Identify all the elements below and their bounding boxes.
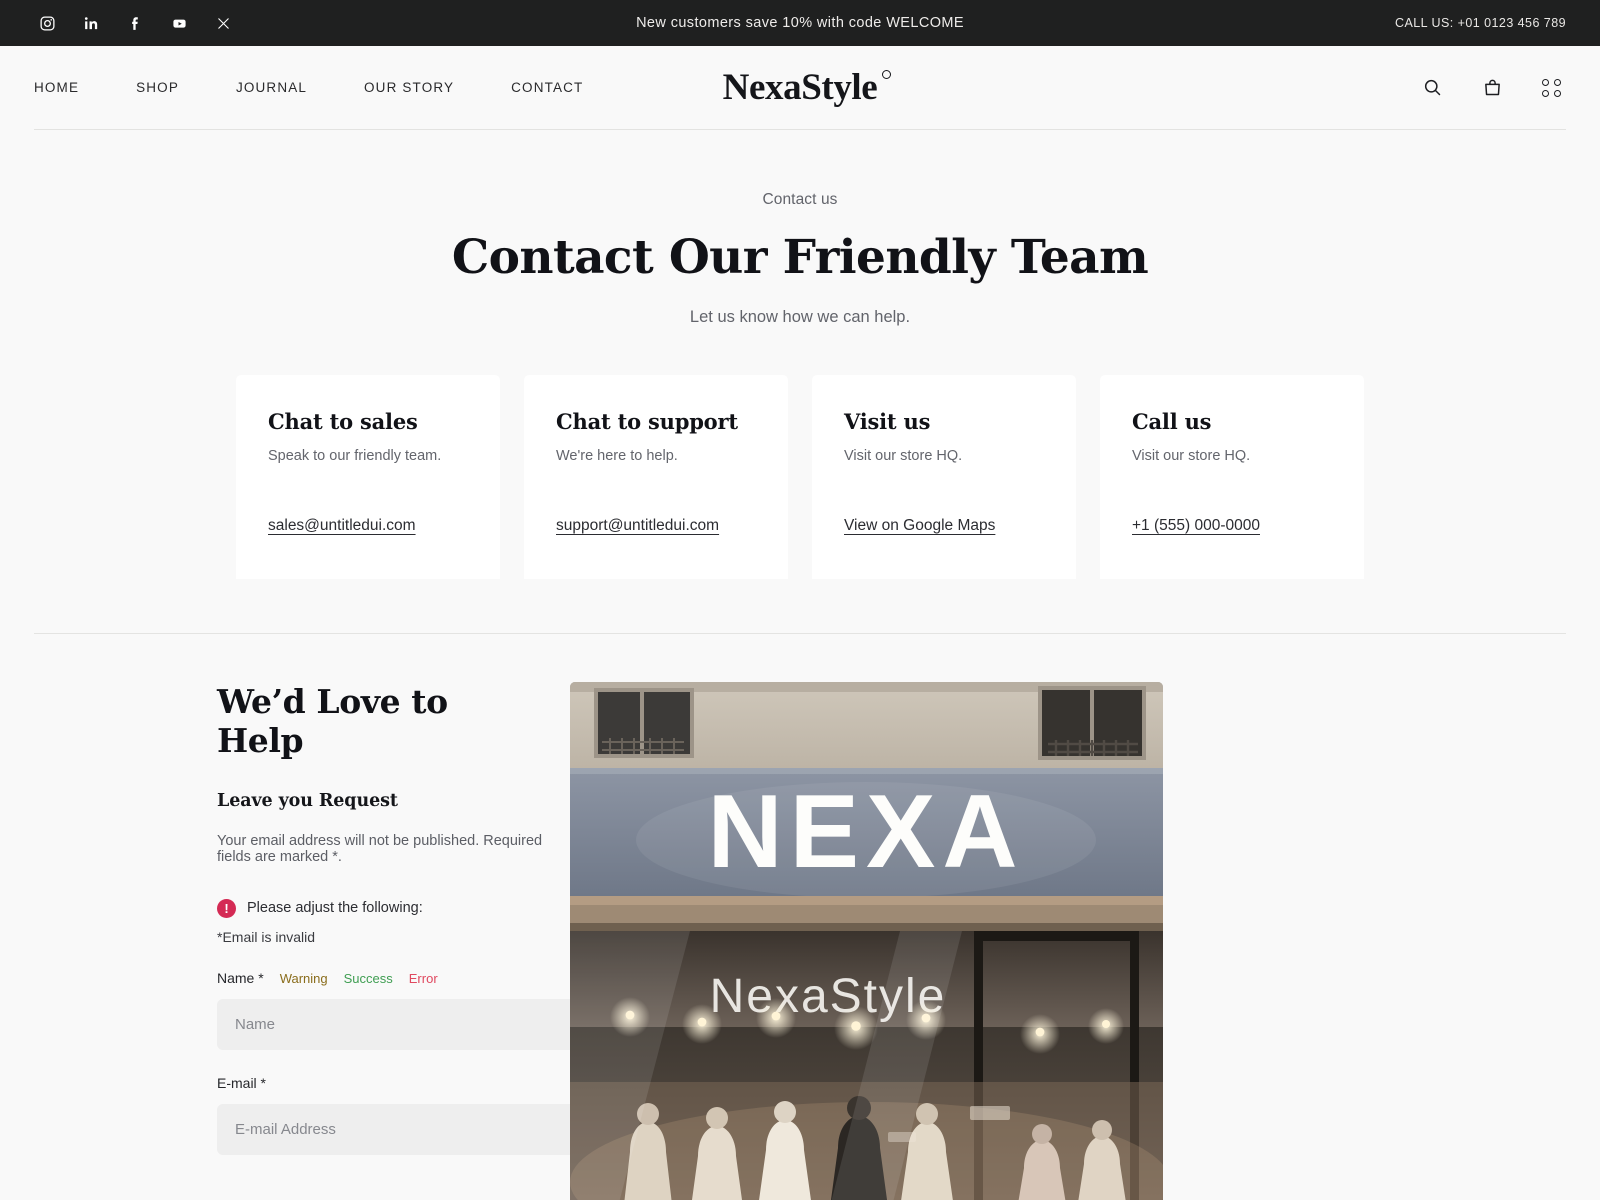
card-description: We're here to help.: [556, 447, 678, 464]
logo-circle-mark: [882, 70, 892, 79]
header-actions: [1418, 74, 1566, 102]
form-title: We’d Love to Help: [217, 681, 448, 760]
field-name: Name * Warning Success Error: [217, 970, 710, 1050]
nav-item-contact[interactable]: CONTACT: [511, 72, 583, 103]
storefront-photo: NEXA NexaStyle: [570, 681, 1163, 1200]
field-email: E-mail * ! Email is invalid: [217, 1075, 710, 1185]
storefront-photo-column: NEXA NexaStyle: [570, 681, 1163, 1200]
field-email-label: E-mail *: [217, 1074, 267, 1091]
form-note: Your email address will not be published…: [217, 832, 543, 865]
request-section: We’d Love to Help Leave you Request Your…: [0, 634, 1600, 1200]
validation-summary: ! Please adjust the following: *Email is…: [217, 898, 544, 945]
contact-card: Chat to support We're here to help. supp…: [524, 374, 788, 579]
grid-menu-icon[interactable]: [1538, 74, 1566, 102]
validation-summary-detail: *Email is invalid: [217, 928, 316, 945]
tag-error[interactable]: Error: [409, 971, 438, 986]
instagram-icon[interactable]: [34, 10, 60, 36]
tag-success[interactable]: Success: [344, 971, 393, 986]
social-links: [34, 10, 236, 36]
card-description: Visit our store HQ.: [1132, 447, 1251, 464]
grid-menu-dots: [1542, 78, 1562, 97]
card-title: Call us: [1132, 408, 1212, 434]
hero-section: Contact us Contact Our Friendly Team Let…: [0, 130, 1600, 327]
card-description: Visit our store HQ.: [844, 447, 963, 464]
youtube-icon[interactable]: [166, 10, 192, 36]
card-link-phone[interactable]: +1 (555) 000-0000: [1132, 517, 1260, 535]
nav-item-our-story[interactable]: OUR STORY: [364, 72, 454, 103]
validation-summary-heading: Please adjust the following:: [247, 900, 423, 917]
nav-item-shop[interactable]: SHOP: [136, 72, 179, 103]
validation-summary-head: ! Please adjust the following:: [217, 898, 544, 918]
shopping-bag-icon[interactable]: [1478, 74, 1506, 102]
field-name-label: Name *: [217, 969, 264, 986]
hero-eyebrow: Contact us: [762, 191, 838, 208]
brand-logo[interactable]: NexaStyle: [722, 67, 892, 108]
card-description: Speak to our friendly team.: [268, 447, 442, 464]
brand-logo-text: NexaStyle: [722, 67, 878, 108]
request-form: We’d Love to Help Leave you Request Your…: [34, 681, 710, 1200]
x-twitter-icon[interactable]: [210, 10, 236, 36]
call-us-text[interactable]: CALL US: +01 0123 456 789: [1395, 16, 1566, 30]
card-link-support-email[interactable]: support@untitledui.com: [556, 517, 719, 535]
nav-item-home[interactable]: HOME: [34, 72, 79, 103]
card-title: Visit us: [844, 408, 931, 434]
tag-warning[interactable]: Warning: [280, 971, 328, 986]
contact-card: Call us Visit our store HQ. +1 (555) 000…: [1100, 374, 1364, 579]
contact-methods: Chat to sales Speak to our friendly team…: [0, 374, 1600, 579]
card-link-sales-email[interactable]: sales@untitledui.com: [268, 517, 416, 535]
nav-item-journal[interactable]: JOURNAL: [236, 72, 307, 103]
card-title: Chat to sales: [268, 408, 418, 434]
contact-card: Chat to sales Speak to our friendly team…: [236, 374, 500, 579]
hero-subtitle: Let us know how we can help.: [689, 307, 911, 326]
error-circle-icon: !: [217, 898, 236, 918]
card-link-google-maps[interactable]: View on Google Maps: [844, 517, 995, 535]
announcement-bar: New customers save 10% with code WELCOME…: [0, 0, 1600, 46]
linkedin-icon[interactable]: [78, 10, 104, 36]
card-title: Chat to support: [556, 408, 738, 434]
announcement-message: New customers save 10% with code WELCOME: [636, 15, 964, 31]
search-icon[interactable]: [1418, 74, 1446, 102]
field-email-label-row: E-mail *: [217, 1075, 544, 1091]
contact-card: Visit us Visit our store HQ. View on Goo…: [812, 374, 1076, 579]
facebook-icon[interactable]: [122, 10, 148, 36]
form-subtitle: Leave you Request: [217, 790, 398, 811]
field-name-label-row: Name * Warning Success Error: [217, 970, 544, 986]
page-title: Contact Our Friendly Team: [451, 230, 1149, 285]
site-header: HOME SHOP JOURNAL OUR STORY CONTACT Nexa…: [0, 46, 1600, 129]
primary-nav: HOME SHOP JOURNAL OUR STORY CONTACT: [34, 72, 583, 103]
